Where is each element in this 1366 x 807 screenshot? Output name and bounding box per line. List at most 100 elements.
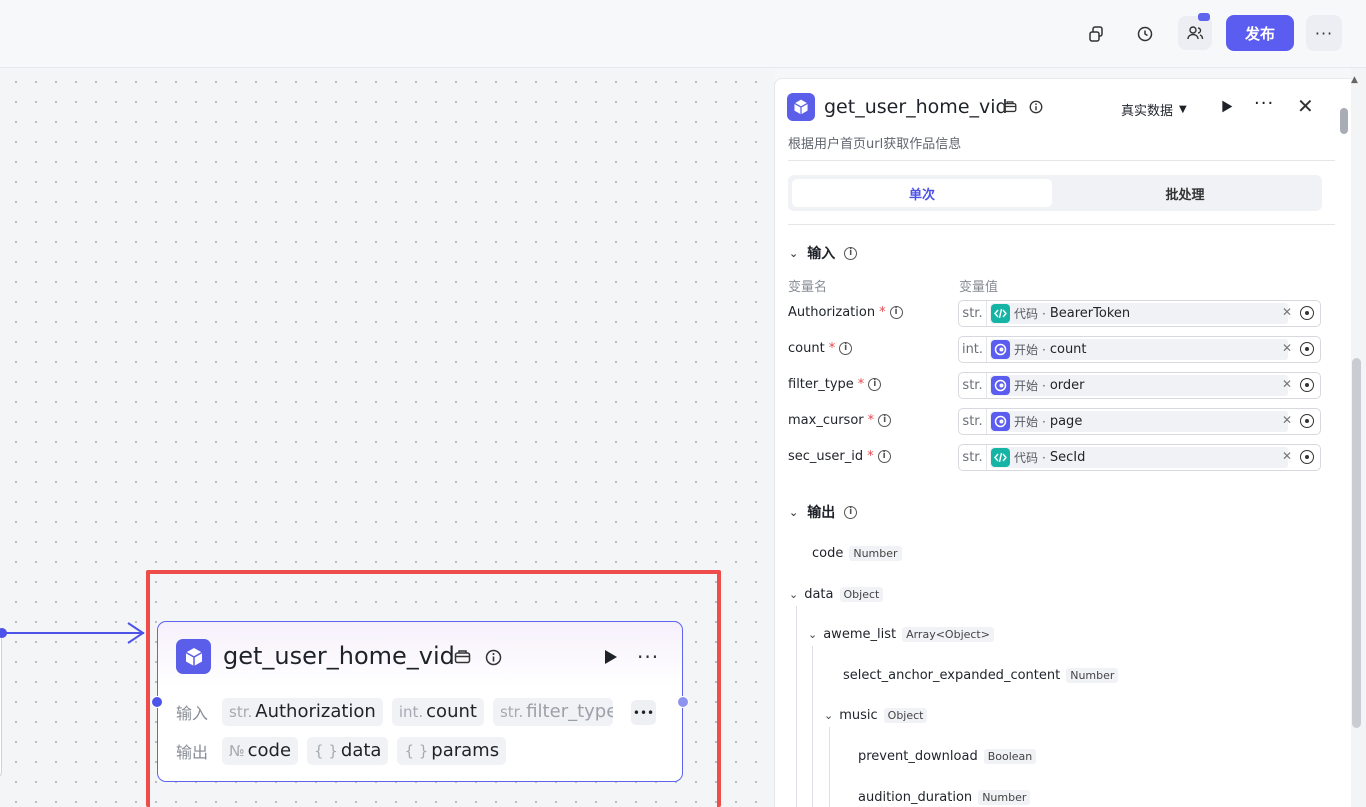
variable-value-field[interactable]: str. 开始 · page ✕: [958, 408, 1321, 435]
node-inputs-row: 输入 str. Authorization int. count str. filte…: [176, 698, 613, 726]
variable-value-field[interactable]: int. 开始 · count ✕: [958, 336, 1321, 363]
copy-icon[interactable]: [1082, 20, 1110, 48]
clear-icon[interactable]: ✕: [1282, 341, 1292, 355]
clear-icon[interactable]: ✕: [1282, 377, 1292, 391]
data-mode-select[interactable]: 真实数据 ▼: [1121, 100, 1187, 119]
column-header-name: 变量名: [788, 280, 828, 295]
output-field-music[interactable]: ⌄ music Object: [824, 708, 928, 723]
panel-scrollbar-thumb[interactable]: [1340, 108, 1348, 134]
code-icon: [991, 304, 1010, 323]
variable-picker-icon[interactable]: [1300, 306, 1314, 320]
more-options-button[interactable]: ···: [1306, 15, 1342, 51]
variable-picker-icon[interactable]: [1300, 414, 1314, 428]
top-toolbar: 发布 ···: [0, 0, 1366, 68]
panel-more-button[interactable]: ···: [1254, 93, 1274, 114]
output-field-name: audition_duration: [858, 790, 973, 805]
plugin-node-card[interactable]: get_user_home_vid ··· 输入 str. Authorizati…: [151, 621, 689, 782]
output-field-code: code Number: [812, 546, 902, 561]
plugin-store-icon[interactable]: [1003, 100, 1017, 113]
variable-picker-icon[interactable]: [1300, 342, 1314, 356]
run-node-icon[interactable]: [1219, 99, 1234, 114]
type-label: int.: [959, 337, 987, 362]
variable-reference[interactable]: 开始 · count: [990, 339, 1288, 360]
plugin-store-icon[interactable]: [454, 649, 471, 664]
clear-icon[interactable]: ✕: [1282, 305, 1292, 319]
divider: [788, 224, 1335, 225]
run-node-icon[interactable]: [601, 648, 619, 666]
info-icon[interactable]: [485, 649, 502, 666]
clear-icon[interactable]: ✕: [1282, 413, 1292, 427]
input-section-header[interactable]: ⌄ 输入 i: [789, 243, 858, 263]
output-field-type: Number: [1066, 668, 1119, 683]
variable-name: count: [788, 341, 825, 356]
variable-picker-icon[interactable]: [1300, 378, 1314, 392]
reference-field: SecId: [1049, 450, 1086, 465]
clear-icon[interactable]: ✕: [1282, 449, 1292, 463]
tab-single[interactable]: 单次: [792, 179, 1052, 207]
info-icon[interactable]: i: [844, 246, 858, 260]
node-title: get_user_home_vid: [223, 642, 455, 670]
variable-value-field[interactable]: str. 代码 · SecId ✕: [958, 444, 1321, 471]
node-detail-panel: get_user_home_vid 真实数据 ▼ ··· ✕ 根据用户首页url…: [774, 78, 1351, 807]
input-row-authorization: Authorization * i str. 代码 · BearerToken ✕: [788, 300, 1321, 328]
variable-reference[interactable]: 开始 · order: [990, 375, 1288, 396]
output-field-name: select_anchor_expanded_content: [843, 668, 1061, 683]
reference-source: 代码: [1014, 307, 1039, 321]
run-mode-tabs: 单次 批处理: [788, 175, 1322, 211]
page-scrollbar-thumb[interactable]: [1352, 358, 1361, 728]
collaborators-icon[interactable]: [1178, 13, 1212, 50]
node-input-chip: int. count: [391, 698, 484, 726]
chevron-down-icon: ⌄: [789, 588, 799, 601]
scroll-up-icon[interactable]: ▲: [1351, 75, 1358, 85]
connection-arrow-icon: [127, 622, 145, 644]
variable-reference[interactable]: 代码 · BearerToken: [990, 303, 1288, 324]
output-field-type: Object: [883, 708, 928, 723]
output-field-name: data: [804, 587, 834, 602]
node-output-label: 输出: [176, 743, 209, 762]
variable-value-field[interactable]: str. 代码 · BearerToken ✕: [958, 300, 1321, 327]
variable-reference[interactable]: 开始 · page: [990, 411, 1288, 432]
output-field-type: Number: [849, 546, 902, 561]
node-output-port[interactable]: [677, 696, 689, 708]
input-row-max-cursor: max_cursor * i str. 开始 · page ✕: [788, 408, 1321, 436]
tree-guide-line: [796, 606, 797, 807]
info-icon[interactable]: i: [868, 378, 882, 391]
output-field-aweme-list[interactable]: ⌄ aweme_list Array<Object>: [808, 627, 994, 642]
node-output-chip: { } data: [307, 737, 389, 765]
node-more-button[interactable]: ···: [637, 645, 659, 669]
node-outputs-row: 输出 № code { } data { } params: [176, 737, 507, 765]
output-field-type: Boolean: [983, 749, 1037, 764]
plugin-cube-icon: [176, 639, 211, 674]
output-field-type: Number: [978, 790, 1031, 805]
output-field-name: aweme_list: [823, 627, 897, 642]
tree-guide-line: [812, 646, 813, 807]
output-field-select-anchor: select_anchor_expanded_content Number: [843, 668, 1119, 683]
output-section-header[interactable]: ⌄ 输出 i: [789, 502, 858, 522]
output-field-data[interactable]: ⌄ data Object: [789, 587, 884, 602]
node-input-label: 输入: [176, 704, 209, 723]
variable-picker-icon[interactable]: [1300, 450, 1314, 464]
variable-value-field[interactable]: str. 开始 · order ✕: [958, 372, 1321, 399]
close-icon[interactable]: ✕: [1297, 94, 1314, 118]
variable-name: max_cursor: [788, 413, 864, 428]
info-icon[interactable]: i: [889, 306, 903, 319]
chevron-down-icon: ⌄: [808, 628, 818, 641]
info-icon[interactable]: i: [844, 505, 858, 519]
variable-reference[interactable]: 代码 · SecId: [990, 447, 1288, 468]
input-section-title: 输入: [807, 246, 836, 262]
previous-node-edge: [0, 628, 2, 778]
reference-field: order: [1049, 378, 1085, 393]
output-field-audition-duration: audition_duration Number: [858, 790, 1031, 805]
output-field-name: prevent_download: [858, 749, 978, 764]
output-field-name: music: [839, 708, 878, 723]
output-field-prevent-download: prevent_download Boolean: [858, 749, 1037, 764]
info-icon[interactable]: [1029, 100, 1043, 114]
node-inputs-more-button[interactable]: •••: [631, 700, 656, 725]
tab-batch[interactable]: 批处理: [1052, 179, 1318, 207]
info-icon[interactable]: i: [878, 414, 892, 427]
history-icon[interactable]: [1131, 20, 1159, 48]
info-icon[interactable]: i: [877, 450, 891, 463]
publish-button[interactable]: 发布: [1226, 15, 1294, 51]
node-input-port[interactable]: [151, 696, 163, 708]
info-icon[interactable]: i: [839, 342, 853, 355]
